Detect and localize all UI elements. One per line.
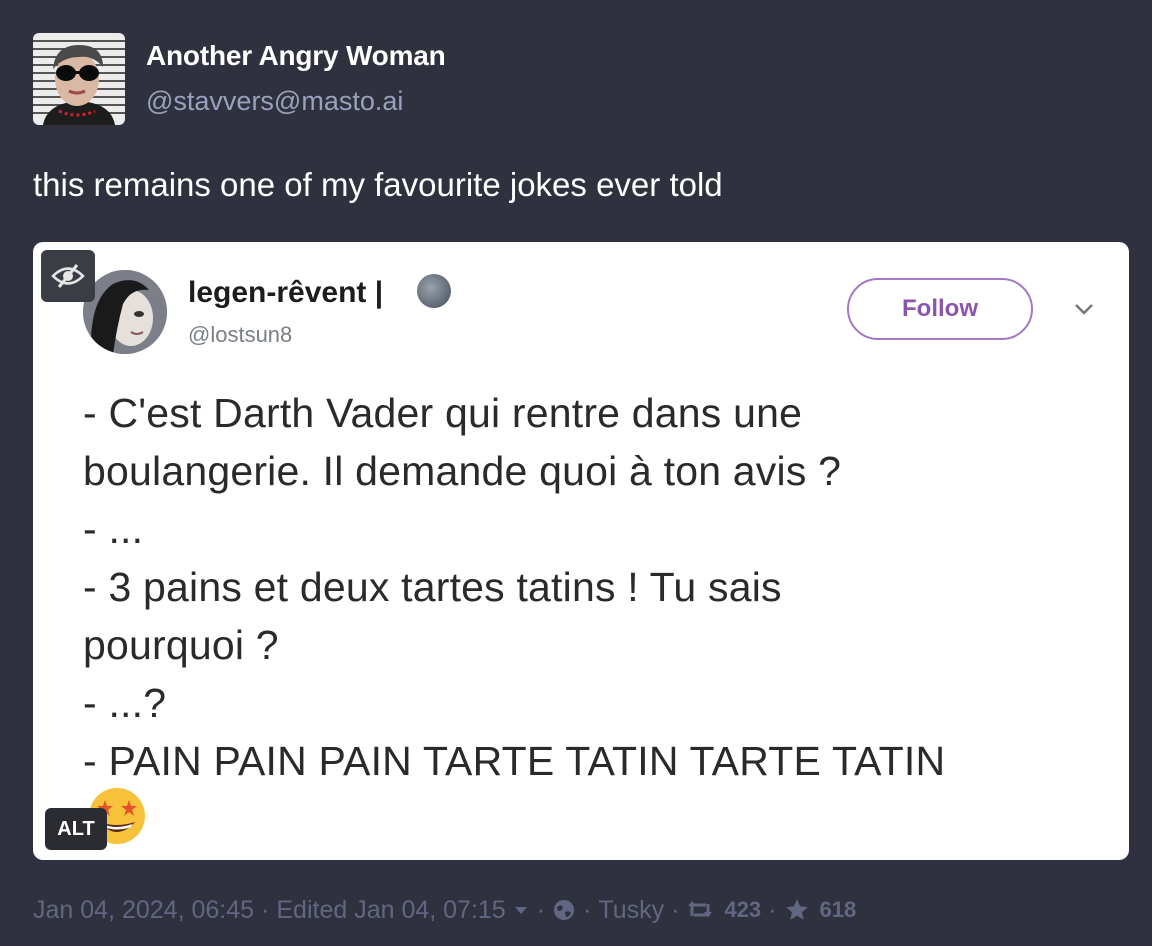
author-display-name[interactable]: Another Angry Woman <box>146 40 446 72</box>
author-handle[interactable]: @stavvers@masto.ai <box>146 86 403 117</box>
client-name[interactable]: Tusky <box>598 896 664 925</box>
caret-down-icon[interactable] <box>512 903 530 917</box>
star-icon[interactable] <box>784 897 810 923</box>
embedded-tweet-name: legen-rêvent | <box>188 276 384 309</box>
chevron-down-icon <box>1073 302 1095 321</box>
alt-text-button[interactable]: ALT <box>45 808 107 850</box>
eye-slash-icon <box>51 264 85 288</box>
hide-media-button[interactable] <box>41 250 95 302</box>
embedded-tweet-text: - C'est Darth Vader qui rentre dans une … <box>83 390 946 784</box>
author-avatar[interactable] <box>33 33 125 125</box>
embedded-follow-button: Follow <box>847 278 1033 340</box>
boost-count[interactable]: 423 <box>724 897 761 923</box>
post-text: this remains one of my favourite jokes e… <box>33 166 723 203</box>
post-meta: Jan 04, 2024, 06:45 · Edited Jan 04, 07:… <box>33 895 857 925</box>
embedded-tweet-handle: @lostsun8 <box>188 322 293 347</box>
embedded-tweet-avatar <box>83 270 167 354</box>
moon-emoji-icon <box>417 274 451 308</box>
post-timestamp[interactable]: Jan 04, 2024, 06:45 <box>33 896 254 925</box>
globe-icon <box>554 900 575 920</box>
edited-label[interactable]: Edited Jan 04, 07:15 <box>276 896 505 925</box>
favourite-count[interactable]: 618 <box>820 897 857 923</box>
boost-icon[interactable] <box>686 899 714 921</box>
media-attachment[interactable]: legen-rêvent | @lostsun8 Follow - C'est … <box>33 242 1129 860</box>
